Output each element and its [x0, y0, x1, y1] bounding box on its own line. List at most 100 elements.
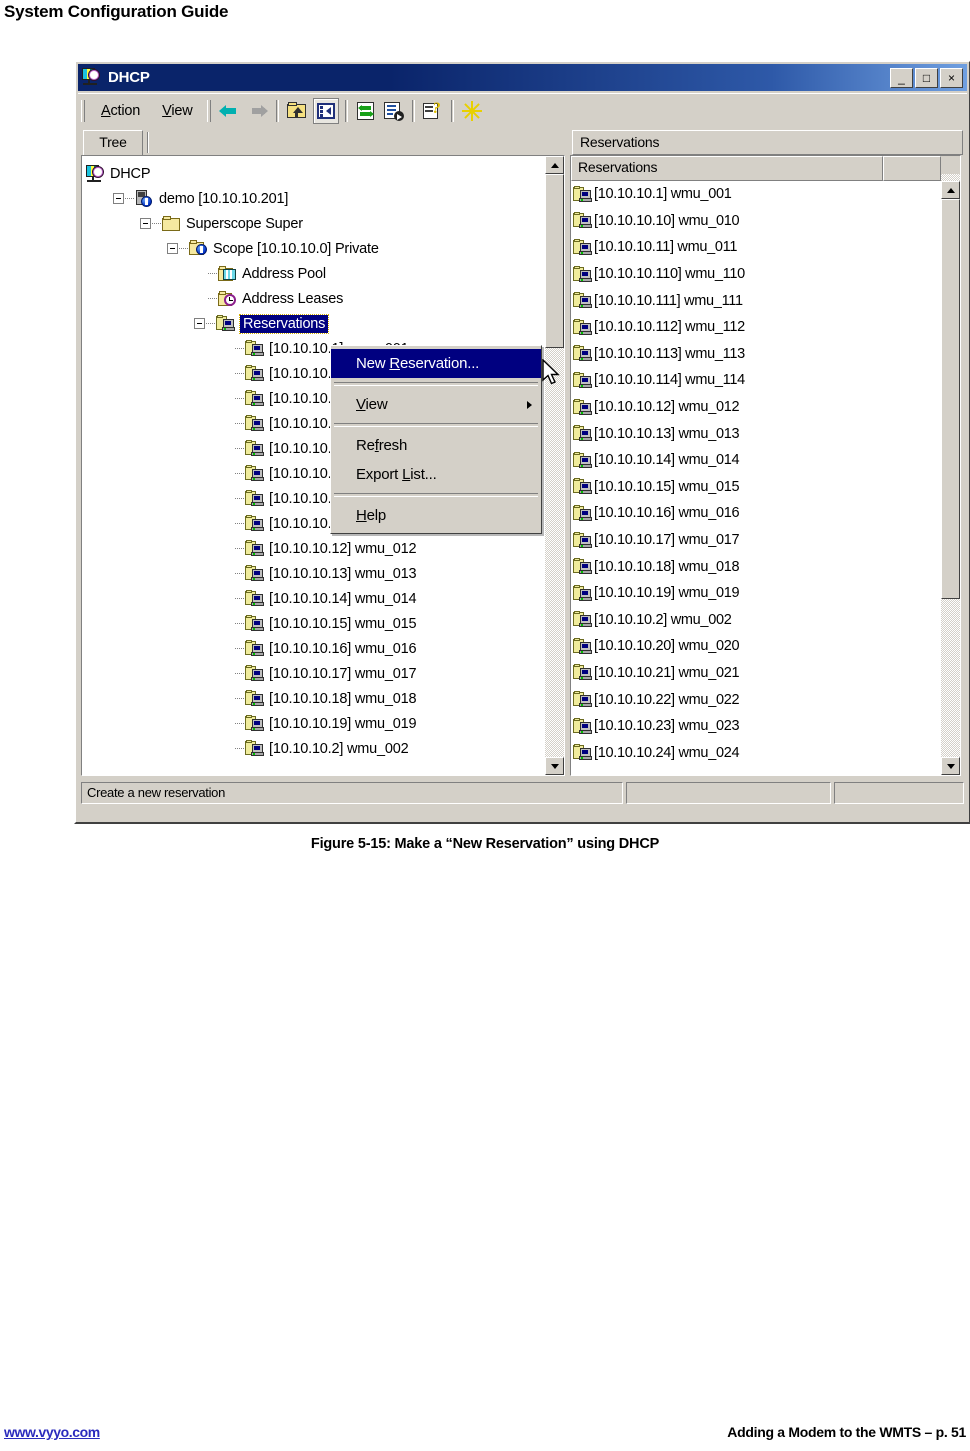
back-arrow-icon[interactable]: [218, 99, 242, 123]
list-item[interactable]: [10.10.10.19] wmu_019: [573, 580, 943, 607]
list-item[interactable]: [10.10.10.111] wmu_111: [573, 287, 943, 314]
tree-expander-minus-icon[interactable]: [113, 193, 124, 204]
reservations-context-menu[interactable]: New Reservation... View Refresh Export List…: [330, 345, 542, 534]
export-list-icon[interactable]: [382, 99, 406, 123]
dhcp-root-icon: [86, 164, 105, 183]
maximize-icon: □: [922, 70, 931, 85]
list-item[interactable]: [10.10.10.110] wmu_110: [573, 261, 943, 288]
scroll-down-arrow-icon: [550, 763, 559, 769]
reservation-icon: [573, 504, 592, 522]
tree-node-label: [10.10.10.18] wmu_018: [269, 690, 417, 707]
list-item[interactable]: [10.10.10.21] wmu_021: [573, 660, 943, 687]
menu-view[interactable]: View: [151, 101, 203, 121]
list-item[interactable]: [10.10.10.11] wmu_011: [573, 234, 943, 261]
list-item[interactable]: [10.10.10.23] wmu_023: [573, 713, 943, 740]
context-menu-item[interactable]: Export List...: [331, 460, 541, 489]
tree-expander-minus-icon[interactable]: [167, 243, 178, 254]
tab-tree[interactable]: Tree: [83, 130, 143, 155]
tree-node[interactable]: demo [10.10.10.201]: [86, 186, 546, 211]
tree-node[interactable]: DHCP: [86, 161, 546, 186]
tree-line: [235, 472, 244, 475]
context-menu-item[interactable]: View: [331, 390, 541, 419]
tree-node-label: [10.10.10.16] wmu_016: [269, 640, 417, 657]
list-item[interactable]: [10.10.10.18] wmu_018: [573, 553, 943, 580]
tree-node[interactable]: [10.10.10.2] wmu_002: [86, 736, 546, 761]
list-scroll-up-button[interactable]: [941, 181, 960, 199]
menubar-gripper[interactable]: [81, 99, 85, 122]
list-item[interactable]: [10.10.10.16] wmu_016: [573, 500, 943, 527]
list-scroll-thumb[interactable]: [941, 199, 960, 599]
close-button[interactable]: ×: [940, 67, 963, 88]
list-item[interactable]: [10.10.10.10] wmu_010: [573, 208, 943, 235]
tree-line: [235, 747, 244, 750]
list-item[interactable]: [10.10.10.114] wmu_114: [573, 367, 943, 394]
forward-arrow-icon[interactable]: [246, 99, 270, 123]
scroll-up-arrow-icon: [550, 162, 559, 168]
list-item[interactable]: [10.10.10.15] wmu_015: [573, 474, 943, 501]
tree-node[interactable]: [10.10.10.19] wmu_019: [86, 711, 546, 736]
tree-node[interactable]: [10.10.10.12] wmu_012: [86, 536, 546, 561]
list-item[interactable]: [10.10.10.17] wmu_017: [573, 527, 943, 554]
refresh-icon[interactable]: [354, 99, 378, 123]
list-item[interactable]: [10.10.10.112] wmu_112: [573, 314, 943, 341]
list-vertical-scrollbar[interactable]: [941, 156, 960, 775]
context-menu-item[interactable]: Help: [331, 501, 541, 530]
menu-action[interactable]: Action: [90, 101, 151, 121]
list-item[interactable]: [10.10.10.2] wmu_002: [573, 607, 943, 634]
tree-expander-minus-icon[interactable]: [194, 318, 205, 329]
menu-accelerator: L: [402, 466, 411, 483]
menu-toolbar: Action View ?: [78, 93, 967, 127]
tree-node[interactable]: [10.10.10.18] wmu_018: [86, 686, 546, 711]
list-item[interactable]: [10.10.10.22] wmu_022: [573, 686, 943, 713]
tree-node[interactable]: [10.10.10.16] wmu_016: [86, 636, 546, 661]
tree-node[interactable]: Address Pool: [86, 261, 546, 286]
tree-node[interactable]: Address Leases: [86, 286, 546, 311]
address-leases-icon: [218, 290, 237, 307]
tree-node[interactable]: Superscope Super: [86, 211, 546, 236]
tree-line: [206, 322, 215, 325]
tree-scroll-up-button[interactable]: [545, 156, 564, 174]
list-item[interactable]: [10.10.10.13] wmu_013: [573, 420, 943, 447]
list-item-label: [10.10.10.15] wmu_015: [594, 478, 740, 495]
list-item[interactable]: [10.10.10.1] wmu_001: [573, 181, 943, 208]
maximize-button[interactable]: □: [915, 67, 938, 88]
list-item[interactable]: [10.10.10.12] wmu_012: [573, 394, 943, 421]
reservation-icon: [573, 238, 592, 256]
context-menu-item[interactable]: Refresh: [331, 431, 541, 460]
list-item[interactable]: [10.10.10.20] wmu_020: [573, 633, 943, 660]
tree-line: [235, 597, 244, 600]
toolbar-separator-4: [450, 99, 454, 122]
toolbar-gripper[interactable]: [206, 99, 211, 122]
reservation-icon: [245, 615, 264, 632]
tree-node[interactable]: Scope [10.10.10.0] Private: [86, 236, 546, 261]
window-titlebar[interactable]: DHCP _ □ ×: [78, 64, 967, 91]
list-column-headers: Reservations: [571, 156, 960, 181]
column-header-blank[interactable]: [883, 156, 941, 181]
tree-scroll-down-button[interactable]: [545, 757, 564, 775]
context-menu-item[interactable]: New Reservation...: [331, 349, 541, 378]
footer-website-link[interactable]: www.vyyo.com: [4, 1424, 100, 1440]
server-icon: [135, 189, 154, 208]
tree-scroll-thumb[interactable]: [545, 174, 564, 348]
reservations-list-panel[interactable]: Reservations [10.10.10.1] wmu_001 [10.10.…: [570, 155, 961, 776]
help-icon[interactable]: ?: [421, 99, 445, 123]
tree-node[interactable]: [10.10.10.13] wmu_013: [86, 561, 546, 586]
tree-node[interactable]: [10.10.10.17] wmu_017: [86, 661, 546, 686]
minimize-button[interactable]: _: [890, 67, 913, 88]
tree-vertical-scrollbar[interactable]: [545, 156, 564, 775]
tree-line: [208, 297, 217, 300]
list-scroll-down-button[interactable]: [941, 757, 960, 775]
list-item[interactable]: [10.10.10.24] wmu_024: [573, 739, 943, 766]
list-item[interactable]: [10.10.10.14] wmu_014: [573, 447, 943, 474]
list-item[interactable]: [10.10.10.113] wmu_113: [573, 341, 943, 368]
tree-node-label: [10.10.10.17] wmu_017: [269, 665, 417, 682]
column-header-reservations[interactable]: Reservations: [571, 156, 883, 181]
tree-expander-minus-icon[interactable]: [140, 218, 151, 229]
tree-node[interactable]: [10.10.10.14] wmu_014: [86, 586, 546, 611]
show-hide-console-tree-icon[interactable]: [312, 97, 339, 124]
up-one-level-icon[interactable]: [285, 99, 309, 123]
reservation-icon: [573, 425, 592, 442]
new-reservation-star-icon[interactable]: [460, 99, 484, 123]
tree-node[interactable]: Reservations: [86, 311, 546, 336]
tree-node[interactable]: [10.10.10.15] wmu_015: [86, 611, 546, 636]
